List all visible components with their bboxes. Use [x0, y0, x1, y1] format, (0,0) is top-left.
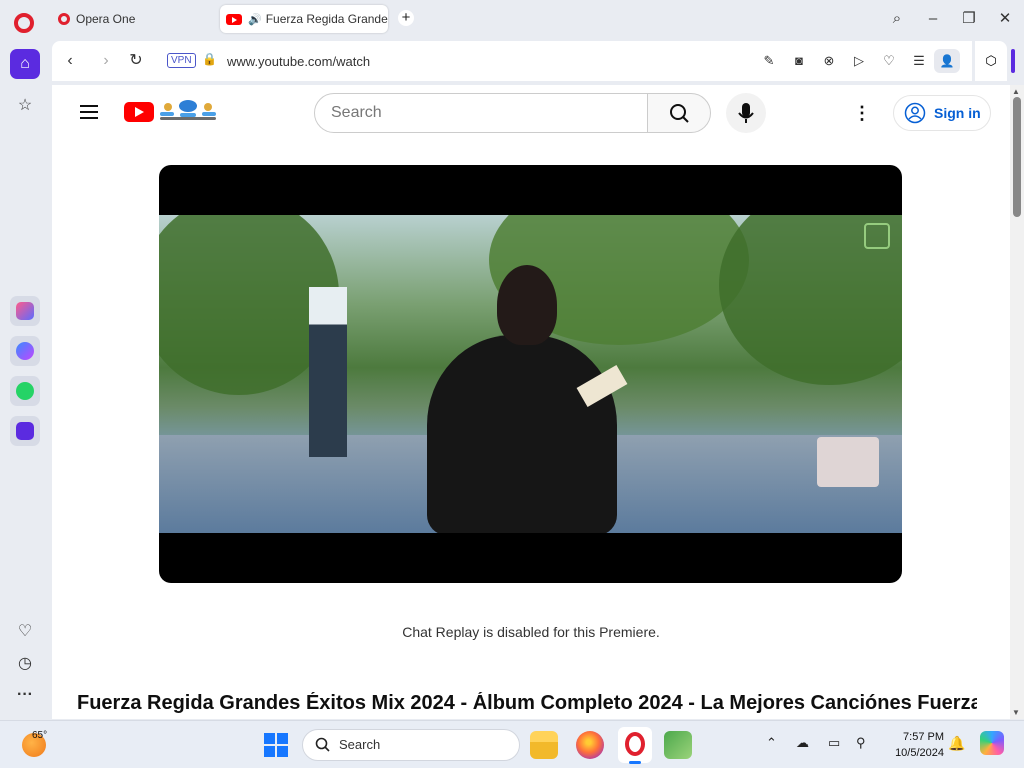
- sign-in-label: Sign in: [934, 105, 981, 121]
- youtube-favicon-icon: [226, 13, 242, 25]
- youtube-header: Search ⋮ Sign in: [52, 85, 1010, 141]
- home-icon[interactable]: ⌂: [10, 49, 40, 79]
- windows-start-icon[interactable]: [264, 733, 288, 757]
- tab-youtube[interactable]: 🔊 Fuerza Regida Grande: [220, 5, 388, 33]
- video-player[interactable]: [159, 165, 902, 583]
- messenger-icon[interactable]: [10, 336, 40, 366]
- file-explorer-icon[interactable]: [530, 731, 558, 759]
- microphone-icon: [738, 103, 754, 123]
- clock-time: 7:57 PM: [903, 731, 944, 743]
- voice-search-button[interactable]: [726, 93, 766, 133]
- scene-cube: [817, 437, 879, 487]
- clock-date: 10/5/2024: [895, 747, 944, 759]
- page-scrollbar[interactable]: ▲ ▼: [1010, 85, 1024, 719]
- opera-tab-icon: [58, 13, 70, 25]
- camera-icon[interactable]: ◙: [790, 52, 808, 70]
- scene-lamp: [309, 287, 347, 457]
- scroll-down-icon[interactable]: ▼: [1012, 708, 1020, 717]
- close-window-button[interactable]: ✕: [994, 8, 1016, 30]
- tab-label: Opera One: [76, 12, 136, 26]
- system-clock[interactable]: 7:57 PM 10/5/2024: [884, 729, 944, 761]
- sign-in-button[interactable]: Sign in: [893, 95, 991, 131]
- youtube-logo[interactable]: [124, 102, 154, 122]
- opera-sidebar: ⌂ ☆ ♡ ◷ ···: [0, 38, 50, 720]
- scene-person-head: [497, 265, 557, 345]
- cloud-off-icon[interactable]: ☁: [796, 735, 809, 751]
- settings-menu-icon[interactable]: ⋮: [852, 103, 872, 123]
- history-icon[interactable]: ◷: [10, 648, 40, 678]
- copilot-icon[interactable]: [980, 731, 1004, 755]
- heart-icon[interactable]: ♡: [10, 616, 40, 646]
- speaker-icon[interactable]: 🔊: [248, 13, 262, 26]
- heart-icon[interactable]: ♡: [880, 52, 898, 70]
- tab-strip: Opera One 🔊 Fuerza Regida Grande + ⌕ – ❐…: [0, 0, 1024, 38]
- weather-temperature: 65°: [32, 730, 48, 741]
- opera-logo-icon[interactable]: [14, 13, 34, 33]
- restore-button[interactable]: ❐: [958, 8, 980, 30]
- profile-icon[interactable]: 👤: [934, 49, 960, 73]
- tab-label: Fuerza Regida Grande: [265, 12, 388, 26]
- network-icon[interactable]: ⚲: [856, 735, 866, 751]
- account-icon: [904, 102, 926, 124]
- display-icon[interactable]: ▭: [828, 735, 840, 751]
- minimize-button[interactable]: –: [922, 8, 944, 30]
- search-icon: [670, 104, 689, 123]
- video-title: Fuerza Regida Grandes Éxitos Mix 2024 - …: [77, 692, 977, 714]
- shield-icon[interactable]: ⊗: [820, 52, 838, 70]
- app-icon[interactable]: [664, 731, 692, 759]
- sidebar-indicator: [1011, 49, 1015, 73]
- whatsapp-icon[interactable]: [10, 376, 40, 406]
- url-field[interactable]: www.youtube.com/watch: [227, 54, 370, 69]
- edit-icon[interactable]: ✎: [760, 52, 778, 70]
- tab-search-icon[interactable]: ⌕: [886, 8, 908, 30]
- firefox-icon[interactable]: [576, 731, 604, 759]
- music-icon[interactable]: [10, 416, 40, 446]
- extensions-icon[interactable]: ⬡: [975, 41, 1007, 81]
- youtube-page: Search ⋮ Sign in Chat Replay is disabled…: [52, 85, 1010, 719]
- hamburger-menu-icon[interactable]: [80, 105, 98, 119]
- search-input[interactable]: Search: [314, 93, 648, 133]
- scroll-thumb[interactable]: [1013, 97, 1021, 217]
- opera-taskbar-icon[interactable]: [618, 727, 652, 763]
- search-button[interactable]: [647, 93, 711, 133]
- taskbar-search[interactable]: Search: [302, 729, 520, 761]
- menu-icon[interactable]: ☰: [910, 52, 928, 70]
- windows-taskbar: 65° Search ⌃ ☁ ▭ ⚲ 7:57 PM 10/5/2024 🔔: [0, 720, 1024, 768]
- reload-button[interactable]: ↻: [126, 51, 146, 71]
- channel-watermark-icon[interactable]: [864, 223, 890, 249]
- vpn-badge[interactable]: VPN: [167, 53, 196, 68]
- new-tab-button[interactable]: +: [398, 10, 414, 26]
- video-frame: [159, 215, 902, 533]
- chat-replay-notice: Chat Replay is disabled for this Premier…: [402, 624, 660, 640]
- scroll-up-icon[interactable]: ▲: [1012, 87, 1020, 96]
- chevron-up-icon[interactable]: ⌃: [766, 735, 777, 751]
- more-icon[interactable]: ···: [10, 680, 40, 710]
- forward-button[interactable]: ›: [96, 51, 116, 71]
- back-button[interactable]: ‹: [60, 51, 80, 71]
- address-bar: ‹ › ↻ VPN 🔒 www.youtube.com/watch ✎ ◙ ⊗ …: [52, 41, 972, 81]
- play-icon[interactable]: ▷: [850, 52, 868, 70]
- youtube-doodle-icon[interactable]: [158, 98, 218, 122]
- tab-opera-one[interactable]: Opera One: [52, 5, 212, 33]
- scene-person: [427, 335, 617, 533]
- search-icon: [315, 737, 330, 752]
- taskbar-search-label: Search: [339, 737, 381, 752]
- active-app-indicator: [629, 761, 641, 764]
- lock-icon[interactable]: 🔒: [202, 52, 217, 66]
- notification-bell-icon[interactable]: 🔔: [948, 735, 965, 752]
- aria-icon[interactable]: [10, 296, 40, 326]
- star-icon[interactable]: ☆: [10, 90, 40, 120]
